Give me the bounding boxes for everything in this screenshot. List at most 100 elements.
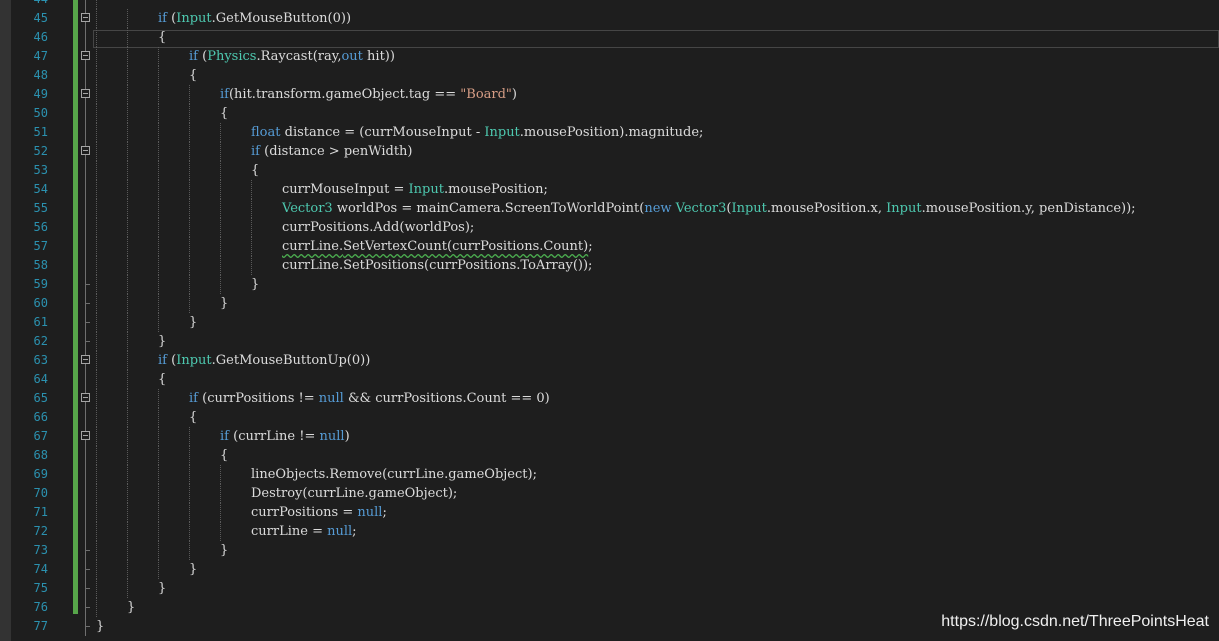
indent-guide xyxy=(96,256,97,275)
code-line[interactable]: 48 { xyxy=(0,66,1219,85)
code-token: } xyxy=(189,315,198,330)
fold-tick xyxy=(85,569,90,570)
indent-guide xyxy=(189,522,190,541)
code-token: .GetMouseButton(0)) xyxy=(211,11,352,26)
code-line[interactable]: 55 Vector3 worldPos = mainCamera.ScreenTo… xyxy=(0,199,1219,218)
indent-guide xyxy=(189,503,190,522)
indent-guide xyxy=(96,47,97,66)
code-line[interactable]: 60} xyxy=(0,294,1219,313)
indent-guide xyxy=(189,237,190,256)
line-number: 70 xyxy=(33,486,48,500)
indent-guide xyxy=(127,522,128,541)
code-line[interactable]: 44 xyxy=(0,0,1219,9)
indent-guide xyxy=(96,579,97,598)
indent-guide xyxy=(158,104,159,123)
fold-tick xyxy=(85,322,90,323)
code-token: ) xyxy=(344,429,350,444)
code-line[interactable]: 66 { xyxy=(0,408,1219,427)
indent-guide xyxy=(96,9,97,28)
code-token: Input xyxy=(886,201,922,216)
code-token: { xyxy=(220,106,229,121)
code-line[interactable]: 47 if (Physics.Raycast(ray,out hit)) xyxy=(0,47,1219,66)
indent-guide xyxy=(127,218,128,237)
code-line[interactable]: 62} xyxy=(0,332,1219,351)
code-line[interactable]: 58 currLine.SetPositions(currPositions.To… xyxy=(0,256,1219,275)
code-line[interactable]: 50 { xyxy=(0,104,1219,123)
indent-guide xyxy=(220,123,221,142)
code-token: null xyxy=(357,505,383,520)
indent-guide xyxy=(158,66,159,85)
indent-guide xyxy=(158,389,159,408)
code-line[interactable]: 63 if (Input.GetMouseButtonUp(0)) xyxy=(0,351,1219,370)
code-line[interactable]: 70 Destroy(currLine.gameObject); xyxy=(0,484,1219,503)
code-token: ; xyxy=(352,524,357,539)
code-line[interactable]: 61} xyxy=(0,313,1219,332)
code-editor[interactable]: 4445if (Input.GetMouseButton(0))46{47if … xyxy=(0,0,1219,641)
indent-guide xyxy=(158,47,159,66)
code-line[interactable]: 72 currLine = null; xyxy=(0,522,1219,541)
code-line[interactable]: 71 currPositions = null; xyxy=(0,503,1219,522)
code-text: currLine = null; xyxy=(251,522,357,541)
indent-guide xyxy=(96,199,97,218)
code-text: if (Physics.Raycast(ray,out hit)) xyxy=(189,47,395,66)
code-token: if xyxy=(158,353,167,368)
indent-guide xyxy=(220,275,221,294)
line-number: 48 xyxy=(33,68,48,82)
code-line[interactable]: 65 if (currPositions != null && currPosit… xyxy=(0,389,1219,408)
indent-guide xyxy=(158,161,159,180)
indent-guide xyxy=(251,218,252,237)
code-line[interactable]: 69 lineObjects.Remove(currLine.gameObject… xyxy=(0,465,1219,484)
code-line[interactable]: 57 currLine.SetVertexCount(currPositions.… xyxy=(0,237,1219,256)
indent-guide xyxy=(96,294,97,313)
line-number: 63 xyxy=(33,353,48,367)
collapse-icon[interactable] xyxy=(81,89,90,98)
code-line[interactable]: 56 currPositions.Add(worldPos); xyxy=(0,218,1219,237)
code-text: { xyxy=(158,370,166,389)
code-token: worldPos = mainCamera.ScreenToWorldPoint… xyxy=(332,201,645,216)
collapse-icon[interactable] xyxy=(81,431,90,440)
code-line[interactable]: 64 { xyxy=(0,370,1219,389)
code-line[interactable]: 53 { xyxy=(0,161,1219,180)
code-line[interactable]: 52 if (distance > penWidth) xyxy=(0,142,1219,161)
fold-tick xyxy=(85,626,90,627)
code-line[interactable]: 54 currMouseInput = Input.mousePosition; xyxy=(0,180,1219,199)
code-line[interactable]: 67 if (currLine != null) xyxy=(0,427,1219,446)
line-number: 66 xyxy=(33,410,48,424)
code-line[interactable]: 46 { xyxy=(0,28,1219,47)
code-line[interactable]: 49 if(hit.transform.gameObject.tag == "Bo… xyxy=(0,85,1219,104)
code-line[interactable]: 59} xyxy=(0,275,1219,294)
code-line[interactable]: 74} xyxy=(0,560,1219,579)
indent-guide xyxy=(96,351,97,370)
code-token: Physics xyxy=(207,49,257,64)
code-token: currLine = xyxy=(251,524,328,539)
code-line[interactable]: 68 { xyxy=(0,446,1219,465)
code-token: } xyxy=(189,562,198,577)
indent-guide xyxy=(96,66,97,85)
code-token: Destroy(currLine.gameObject); xyxy=(251,486,458,501)
code-token: (distance > penWidth) xyxy=(259,144,413,159)
code-line[interactable]: 75} xyxy=(0,579,1219,598)
line-number: 45 xyxy=(33,11,48,25)
indent-guide xyxy=(189,123,190,142)
code-text: } xyxy=(96,617,104,636)
code-line[interactable]: 51 float distance = (currMouseInput - Inp… xyxy=(0,123,1219,142)
collapse-icon[interactable] xyxy=(81,13,90,22)
indent-guide xyxy=(127,47,128,66)
collapse-icon[interactable] xyxy=(81,393,90,402)
indent-guide xyxy=(189,427,190,446)
line-number: 62 xyxy=(33,334,48,348)
code-token: Input xyxy=(176,11,212,26)
watermark-text: https://blog.csdn.net/ThreePointsHeat xyxy=(941,613,1209,630)
indent-guide xyxy=(158,465,159,484)
collapse-icon[interactable] xyxy=(81,355,90,364)
line-number: 57 xyxy=(33,239,48,253)
code-line[interactable]: 45 if (Input.GetMouseButton(0)) xyxy=(0,9,1219,28)
code-token: out xyxy=(341,49,363,64)
indent-guide xyxy=(96,541,97,560)
line-number: 64 xyxy=(33,372,48,386)
indent-guide xyxy=(251,237,252,256)
indent-guide xyxy=(220,522,221,541)
collapse-icon[interactable] xyxy=(81,51,90,60)
code-line[interactable]: 73} xyxy=(0,541,1219,560)
collapse-icon[interactable] xyxy=(81,146,90,155)
